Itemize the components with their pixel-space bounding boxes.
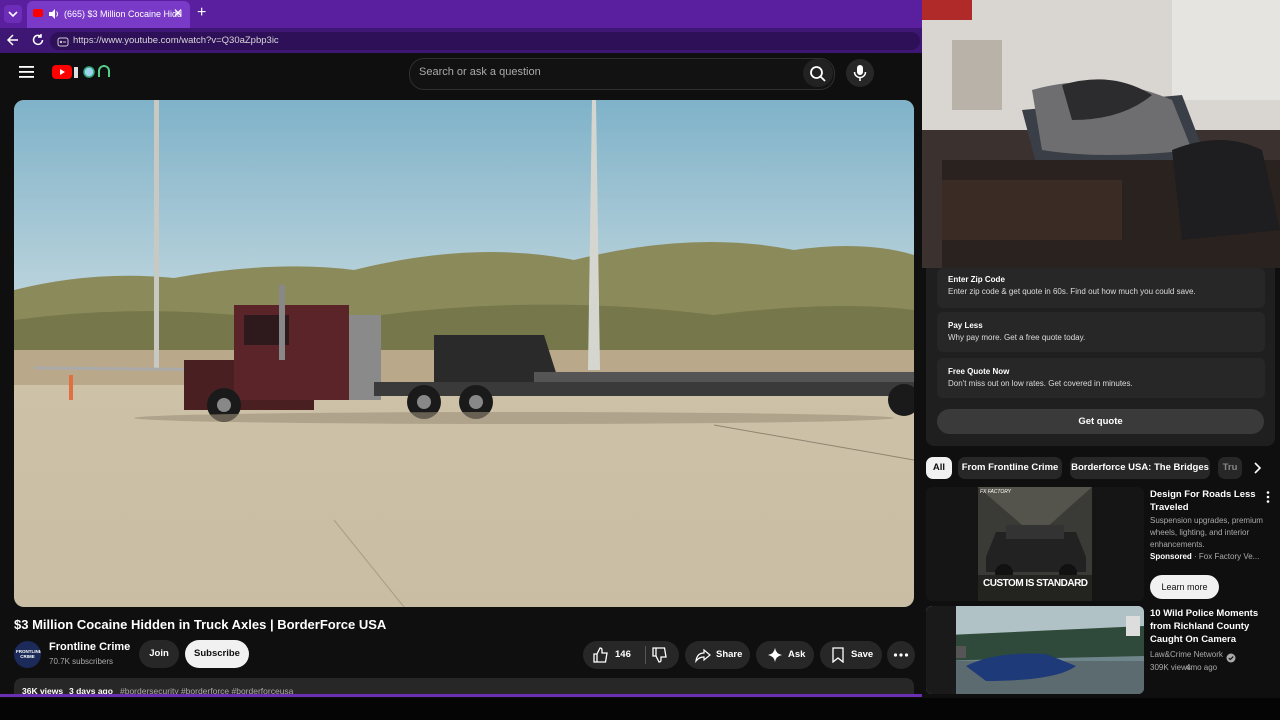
ad-sitelink-free-quote-now[interactable]: Free Quote Now Don't miss out on low rat… <box>937 358 1265 398</box>
bottom-strip <box>0 698 1280 720</box>
youtube-logo[interactable] <box>52 65 72 79</box>
police-dashcam-image <box>926 606 1144 694</box>
thumbnail-logo-text: FX FACTORY <box>980 489 1012 495</box>
get-quote-button[interactable]: Get quote <box>937 409 1264 434</box>
video-player[interactable] <box>14 100 914 607</box>
sponsored-badge: Sponsored <box>1150 552 1192 561</box>
ad-sitelink-title: Free Quote Now <box>948 367 1010 376</box>
voice-search-button[interactable] <box>846 59 874 87</box>
share-icon <box>695 648 711 663</box>
chip-borderforce-usa-the-bridges[interactable]: Borderforce USA: The Bridges <box>1070 457 1210 479</box>
ad-sitelink-title: Pay Less <box>948 321 983 330</box>
rec-age: 4mo ago <box>1186 663 1218 672</box>
rec-title[interactable]: Design For Roads Less Traveled <box>1150 488 1262 514</box>
youtube-favicon-icon <box>33 9 43 17</box>
menu-icon[interactable] <box>19 65 35 84</box>
chip-from-frontline-crime[interactable]: From Frontline Crime <box>958 457 1062 479</box>
bookmark-icon <box>832 647 844 663</box>
video-thumbnail[interactable] <box>926 606 1144 694</box>
chip-all[interactable]: All <box>926 457 952 479</box>
video-title: $3 Million Cocaine Hidden in Truck Axles… <box>14 617 387 632</box>
tab-list-dropdown-icon[interactable] <box>4 5 22 23</box>
share-label: Share <box>716 649 743 660</box>
advertiser-name: · Fox Factory Ve... <box>1194 552 1260 561</box>
thumbs-down-icon <box>652 647 667 663</box>
back-arrow-icon[interactable] <box>6 33 20 52</box>
join-label: Join <box>149 648 169 659</box>
new-tab-button[interactable]: + <box>197 4 206 22</box>
tab-title: (665) $3 Million Cocaine Hidd <box>64 9 183 19</box>
channel-name[interactable]: Frontline Crime <box>49 641 130 653</box>
share-button[interactable]: Share <box>685 641 750 669</box>
rec-title[interactable]: 10 Wild Police Moments from Richland Cou… <box>1150 607 1278 646</box>
webcam-overlay <box>922 0 1280 268</box>
chip-partial[interactable]: Tru <box>1218 457 1242 479</box>
search-placeholder: Search or ask a question <box>419 66 541 78</box>
rec-description: Suspension upgrades, premium wheels, lig… <box>1150 516 1263 549</box>
verified-icon <box>1226 650 1236 668</box>
ad-sitelink-desc: Why pay more. Get a free quote today. <box>948 333 1086 342</box>
like-count: 146 <box>615 649 631 660</box>
search-icon <box>809 65 827 88</box>
ad-sitelink-enter-zip-code[interactable]: Enter Zip Code Enter zip code & get quot… <box>937 268 1265 308</box>
more-actions-button[interactable] <box>887 641 915 669</box>
learn-more-label: Learn more <box>1161 582 1208 592</box>
close-tab-icon[interactable]: ✕ <box>173 6 183 20</box>
reload-icon[interactable] <box>31 33 45 52</box>
subscribe-button[interactable]: Subscribe <box>185 640 249 668</box>
video-frame <box>14 100 914 607</box>
audio-playing-icon[interactable] <box>48 7 60 25</box>
save-label: Save <box>851 649 874 660</box>
window-border <box>0 694 922 697</box>
ask-label: Ask <box>788 649 806 660</box>
site-info-icon[interactable] <box>57 35 69 53</box>
more-horizontal-icon <box>893 653 909 657</box>
subscribe-label: Subscribe <box>194 648 240 659</box>
sponsored-thumbnail[interactable]: FX FACTORY CUSTOM IS STANDARD <box>926 487 1144 601</box>
ad-sitelink-desc: Don't miss out on low rates. Get covered… <box>948 379 1133 388</box>
ad-sitelink-pay-less[interactable]: Pay Less Why pay more. Get a free quote … <box>937 312 1265 352</box>
get-quote-label: Get quote <box>1078 416 1123 427</box>
url-text: https://www.youtube.com/watch?v=Q30aZpbp… <box>73 35 279 46</box>
rec-views: 309K views <box>1150 663 1191 672</box>
join-button[interactable]: Join <box>139 640 179 668</box>
save-button[interactable]: Save <box>820 641 882 669</box>
subscriber-count: 70.7K subscribers <box>49 657 114 666</box>
divider <box>645 646 646 664</box>
learn-more-button[interactable]: Learn more <box>1150 575 1219 599</box>
thumbnail-caption: CUSTOM IS STANDARD <box>983 578 1088 589</box>
channel-avatar[interactable]: FRONTLINE CRIME <box>14 641 41 668</box>
like-button[interactable]: 146 <box>590 645 642 665</box>
doodle-icon <box>73 64 113 85</box>
chip-scroll-right-icon[interactable] <box>1250 461 1268 477</box>
rec-more-icon[interactable] <box>1264 490 1272 509</box>
webcam-frame <box>922 0 1280 268</box>
mic-icon <box>853 65 867 81</box>
ask-button[interactable]: Ask <box>756 641 814 669</box>
ad-sitelink-desc: Enter zip code & get quote in 60s. Find … <box>948 287 1196 296</box>
thumbs-up-icon <box>593 647 608 663</box>
dislike-button[interactable] <box>651 646 669 669</box>
ad-sitelink-title: Enter Zip Code <box>948 275 1005 284</box>
rec-channel[interactable]: Law&Crime Network <box>1150 650 1223 659</box>
sparkle-icon <box>768 648 782 662</box>
